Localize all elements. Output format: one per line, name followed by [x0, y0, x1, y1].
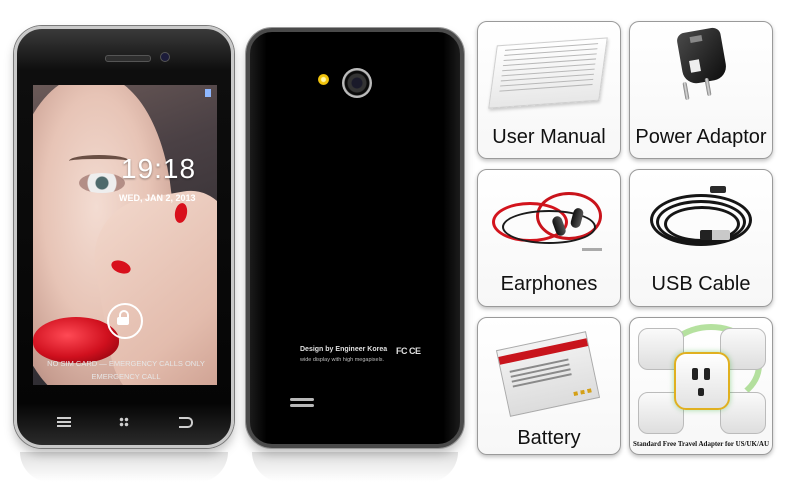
accessory-label: Power Adaptor	[635, 126, 767, 148]
phone-front: 19:18 WED, JAN 2, 2013 NO SIM CARD — EME…	[14, 26, 234, 448]
adaptor-sticker	[689, 59, 701, 73]
lock-icon	[117, 310, 129, 325]
softkeys	[17, 417, 231, 431]
plug-pin	[682, 81, 690, 101]
accessory-label: Earphones	[500, 273, 598, 295]
phone-front-reflection	[20, 452, 228, 482]
usb-cable-icon	[650, 184, 752, 254]
lock-clock-date: WED, JAN 2, 2013	[119, 193, 196, 203]
phone-back-reflection	[252, 452, 458, 482]
accessory-label: User Manual	[492, 126, 606, 148]
certification-marks: FC CE	[396, 346, 421, 356]
emergency-call-link[interactable]: EMERGENCY CALL	[35, 372, 217, 381]
accessory-card-power-adaptor: Power Adaptor	[629, 21, 773, 159]
battery-icon	[495, 331, 601, 417]
accessory-card-battery: Battery	[477, 317, 621, 455]
accessory-card-usb-cable: USB Cable	[629, 169, 773, 307]
accessory-label: Battery	[517, 427, 581, 449]
earpiece	[105, 55, 151, 62]
home-key-icon[interactable]	[119, 417, 129, 427]
wallpaper-eye	[79, 173, 125, 193]
travel-adapter-icon	[636, 324, 766, 434]
menu-key-icon[interactable]	[57, 417, 71, 427]
back-key-icon[interactable]	[179, 417, 193, 428]
power-adaptor-icon	[675, 26, 729, 86]
rear-camera-icon	[342, 68, 372, 98]
accessory-label: USB Cable	[651, 273, 751, 295]
accessory-card-user-manual: User Manual	[477, 21, 621, 159]
accessory-card-travel-adapter: Standard Free Travel Adapter for US/UK/A…	[629, 317, 773, 455]
lock-clock-time: 19:18	[121, 153, 197, 184]
design-subline: wide display with high megapixels.	[300, 357, 385, 363]
flash-icon	[318, 74, 329, 85]
accessory-card-earphones: Earphones	[477, 169, 621, 307]
speaker-grill	[290, 398, 314, 410]
phone-back: Design by Engineer Korea wide display wi…	[246, 28, 464, 448]
earphones-icon	[492, 188, 606, 258]
lock-screen: 19:18 WED, JAN 2, 2013 NO SIM CARD — EME…	[33, 85, 217, 385]
wallpaper-brow	[69, 155, 129, 167]
accessory-label: Standard Free Travel Adapter for US/UK/A…	[632, 440, 770, 448]
front-camera	[160, 52, 170, 62]
signal-icon	[205, 89, 211, 97]
lock-status-text: NO SIM CARD — EMERGENCY CALLS ONLY	[47, 359, 205, 368]
wallpaper-lips	[33, 317, 119, 363]
user-manual-icon	[488, 37, 608, 109]
design-credit: Design by Engineer Korea	[300, 346, 388, 353]
